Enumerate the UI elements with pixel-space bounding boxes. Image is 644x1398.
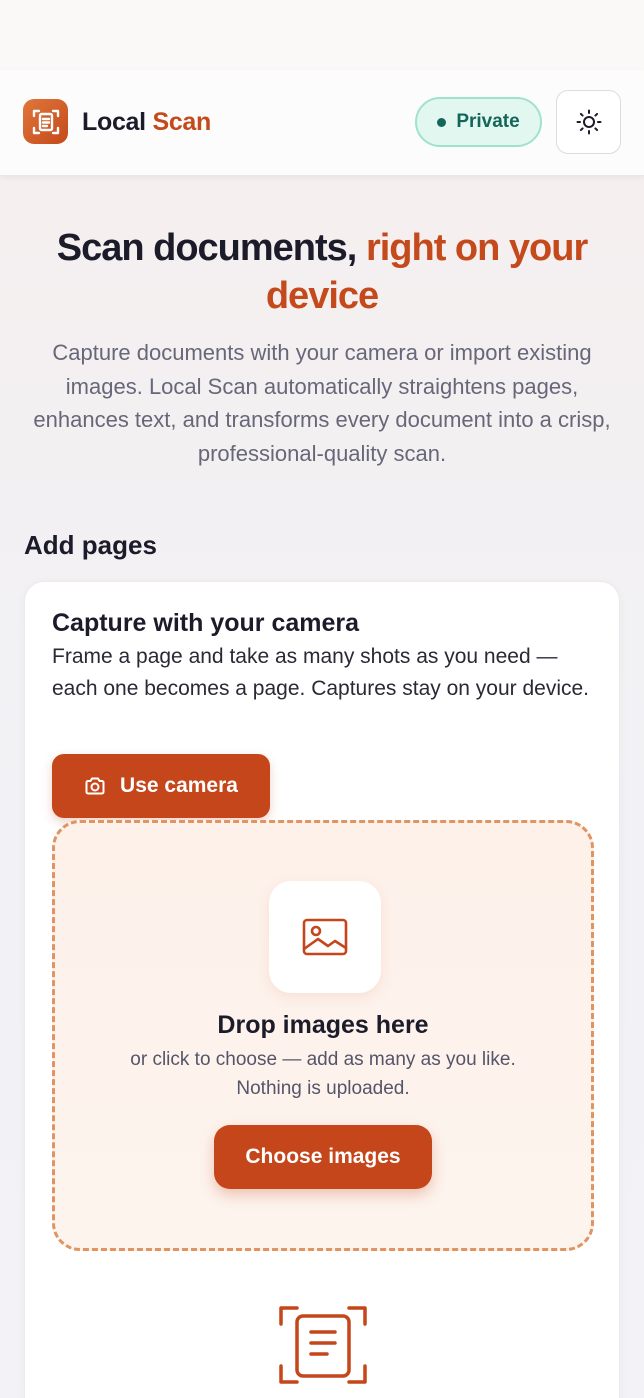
privacy-badge-label: Private [456, 111, 520, 132]
hero-description: Capture documents with your camera or im… [33, 340, 611, 466]
camera-section-title: Capture with your camera [52, 609, 360, 637]
use-camera-label: Use camera [120, 774, 238, 797]
app-header: Local Scan Private [0, 70, 644, 176]
image-dropzone[interactable]: Drop images here or click to choose — ad… [52, 820, 594, 1251]
document-scan-icon [30, 106, 62, 138]
hero-title-main: Scan documents, [56, 227, 358, 269]
document-scan-icon [277, 1302, 369, 1388]
choose-images-label: Choose images [245, 1145, 401, 1168]
app-logo[interactable] [23, 99, 68, 144]
add-pages-heading: Add pages [24, 530, 157, 560]
camera-section-description: Frame a page and take as many shots as y… [52, 645, 589, 700]
camera-icon [84, 775, 106, 797]
dropzone-title: Drop images here [217, 1011, 429, 1039]
dropzone-icon-box [269, 881, 381, 993]
choose-images-button[interactable]: Choose images [214, 1125, 432, 1189]
app-title: Local Scan [82, 108, 211, 137]
privacy-badge: Private [415, 97, 542, 147]
status-dot-icon [437, 117, 447, 127]
status-bar-area [0, 0, 644, 70]
dropzone-description: or click to choose — add as many as you … [130, 1049, 516, 1099]
add-pages-card: Capture with your camera Frame a page an… [24, 581, 620, 1398]
use-camera-button[interactable]: Use camera [52, 754, 270, 818]
image-icon [301, 916, 349, 958]
theme-toggle-button[interactable] [556, 90, 621, 154]
brand-name-part2: Scan [152, 108, 212, 136]
sun-icon [576, 109, 602, 135]
hero-title: Scan documents, right on your device [30, 224, 614, 320]
brand-name-part1: Local [82, 108, 146, 136]
